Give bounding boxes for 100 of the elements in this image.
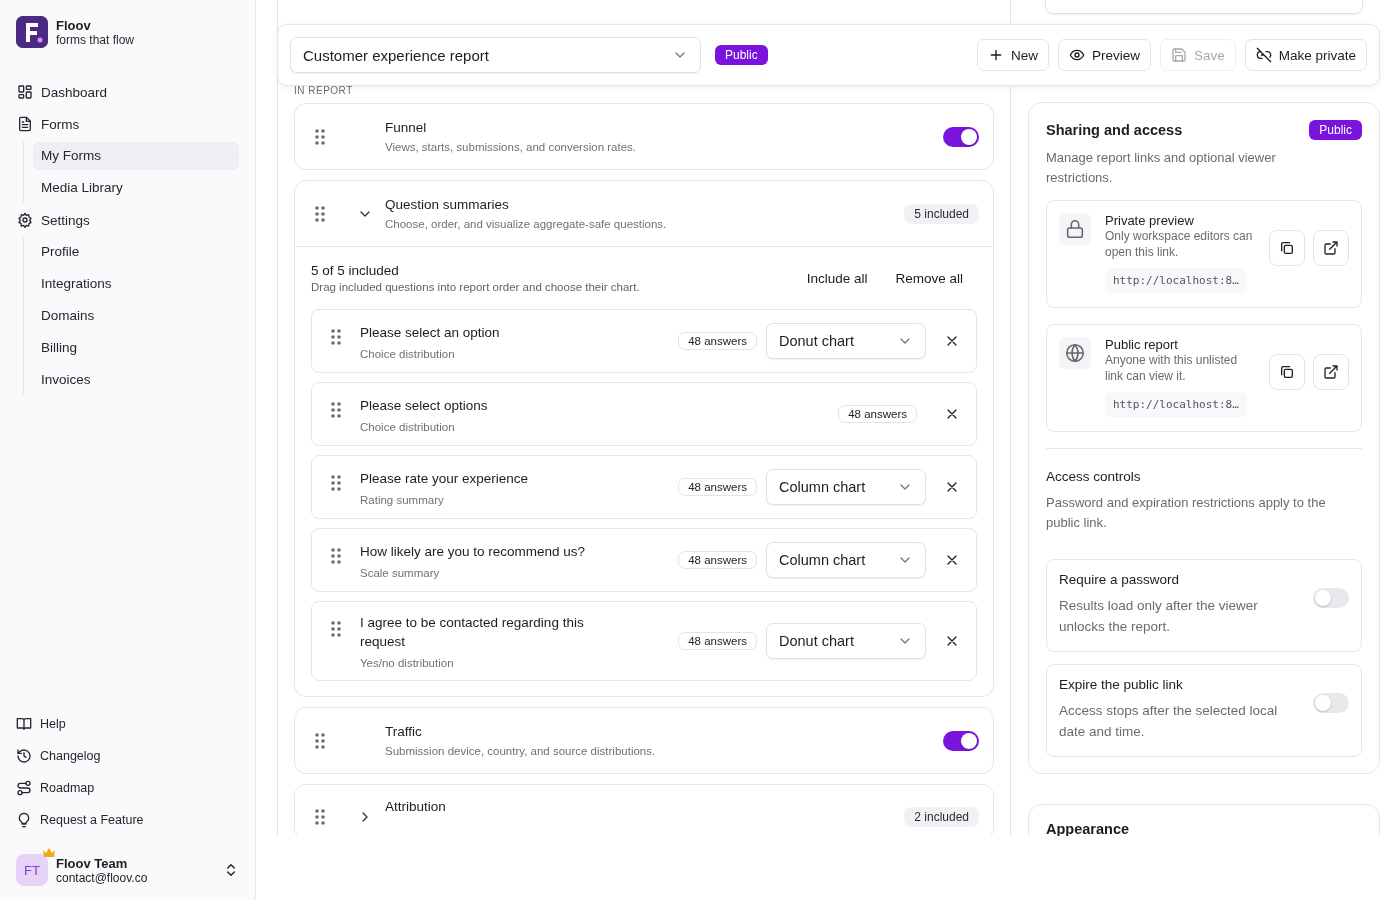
report-select[interactable]: Customer experience report <box>290 37 701 73</box>
subsection-description: Password and expiration restrictions apply to the public link. <box>1046 494 1327 532</box>
toggle-switch[interactable] <box>1313 587 1349 608</box>
included-summary: 5 of 5 included <box>311 263 399 278</box>
nav-subitem[interactable]: Profile <box>33 238 239 266</box>
section-title: Attribution <box>385 799 446 814</box>
external-link-icon <box>1323 240 1339 256</box>
question-title: Please rate your experience <box>360 469 530 488</box>
question-subtitle: Choice distribution <box>360 347 455 360</box>
nav-subitem[interactable]: My Forms <box>33 142 239 170</box>
drag-handle-icon[interactable] <box>331 329 341 345</box>
crown-icon <box>42 847 56 858</box>
drag-handle-icon[interactable] <box>331 621 341 637</box>
section-description: Choose, order, and visualize aggregate-safe questions. <box>385 218 667 230</box>
toolbar-button[interactable]: Make private <box>1244 39 1367 71</box>
question-title: Please select options <box>360 396 489 415</box>
document-icon <box>17 116 33 132</box>
user-name: Floov Team <box>56 855 129 871</box>
option-title: Require a password <box>1059 572 1180 587</box>
link-url: http://localhost:8… <box>1105 392 1247 417</box>
user-avatar: FT <box>16 854 48 886</box>
nav-subitem[interactable]: Media Library <box>33 174 239 202</box>
section-title: Traffic <box>385 724 422 739</box>
padlock-icon <box>1064 218 1086 240</box>
nav-item[interactable]: Dashboard <box>16 78 239 106</box>
brand-tagline: forms that flow <box>56 32 135 47</box>
summary-hint: Drag included questions into report order and choose their chart. <box>311 281 640 293</box>
answers-count: 48 answers <box>838 405 917 423</box>
question-subtitle: Rating summary <box>360 493 444 506</box>
chart-type-select[interactable]: Column chart <box>766 542 926 578</box>
drag-handle-icon[interactable] <box>331 548 341 564</box>
toggle-switch[interactable] <box>943 730 979 751</box>
footer-link[interactable]: Roadmap <box>16 776 239 800</box>
status-badge: Public <box>715 45 768 65</box>
answers-count: 48 answers <box>678 332 757 350</box>
card-description: Manage report links and optional viewer restrictions. <box>1046 149 1277 187</box>
drag-handle-icon[interactable] <box>315 205 325 222</box>
broken-link-icon <box>1255 47 1272 63</box>
lightbulb-icon <box>16 812 32 828</box>
drag-handle-icon[interactable] <box>331 475 341 491</box>
footer-link[interactable]: Help <box>16 712 239 736</box>
copy-button[interactable] <box>1269 354 1305 390</box>
drag-handle-icon[interactable] <box>315 809 325 825</box>
drag-handle-icon[interactable] <box>331 402 341 418</box>
open-link-button[interactable] <box>1313 230 1349 266</box>
copy-icon <box>1279 240 1295 256</box>
question-title: How likely are you to recommend us? <box>360 542 587 561</box>
route-icon <box>16 780 32 796</box>
chart-type-select[interactable]: Donut chart <box>766 623 926 659</box>
answers-count: 48 answers <box>678 478 757 496</box>
drag-handle-icon[interactable] <box>315 732 325 749</box>
globe-icon <box>1064 342 1086 364</box>
footer-link[interactable]: Changelog <box>16 744 239 768</box>
included-count: 5 included <box>904 203 979 224</box>
status-badge: Public <box>1309 120 1362 140</box>
link-description: Anyone with this unlisted link can view it. <box>1105 352 1239 384</box>
question-title: I agree to be contacted regarding this request <box>360 614 585 651</box>
answers-count: 48 answers <box>678 632 757 650</box>
question-subtitle: Scale summary <box>360 566 440 579</box>
settings-icon <box>17 212 33 228</box>
copy-button[interactable] <box>1269 230 1305 266</box>
link-url: http://localhost:8… <box>1105 268 1247 293</box>
drag-handle-icon[interactable] <box>315 128 325 145</box>
toggle-switch[interactable] <box>943 126 979 147</box>
option-description: Results load only after the viewer unlocks the report. <box>1059 597 1259 636</box>
nav-item[interactable]: Settings <box>16 206 239 234</box>
link-title: Private preview <box>1105 213 1194 228</box>
section-description: Views, starts, submissions, and conversion rates. <box>385 141 636 153</box>
card-title: Sharing and access <box>1046 122 1183 138</box>
text-button[interactable]: Remove all <box>881 264 977 292</box>
included-count: 2 included <box>904 807 979 827</box>
history-icon <box>16 748 32 764</box>
question-title: Please select an option <box>360 323 501 342</box>
option-title: Expire the public link <box>1059 677 1183 692</box>
toolbar-button[interactable]: Preview <box>1057 39 1151 71</box>
toolbar-button[interactable]: New <box>976 39 1049 71</box>
option-description: Access stops after the selected local date and time. <box>1059 702 1279 741</box>
nav-subitem[interactable]: Domains <box>33 302 239 330</box>
subsection-title: Access controls <box>1046 469 1141 484</box>
nav-item[interactable]: Forms <box>16 110 239 138</box>
section-label: IN REPORT <box>294 85 353 97</box>
logo-icon <box>16 16 48 48</box>
section-description: Submission device, country, and source distributions. <box>385 745 656 757</box>
brand-name: Floov <box>56 17 92 33</box>
nav-subitem[interactable]: Invoices <box>33 366 239 394</box>
external-link-icon <box>1323 364 1339 380</box>
toggle-switch[interactable] <box>1313 692 1349 713</box>
open-link-button[interactable] <box>1313 354 1349 390</box>
footer-link[interactable]: Request a Feature <box>16 808 239 832</box>
copy-icon <box>1279 364 1295 380</box>
nav-subitem[interactable]: Billing <box>33 334 239 362</box>
chart-type-select[interactable]: Donut chart <box>766 323 926 359</box>
book-icon <box>16 716 32 732</box>
text-button[interactable]: Include all <box>792 264 882 292</box>
nav-subitem[interactable]: Integrations <box>33 270 239 298</box>
answers-count: 48 answers <box>678 551 757 569</box>
link-title: Public report <box>1105 337 1178 352</box>
chart-type-select[interactable]: Column chart <box>766 469 926 505</box>
link-description: Only workspace editors can open this link. <box>1105 228 1254 260</box>
section-title: Funnel <box>385 120 427 135</box>
